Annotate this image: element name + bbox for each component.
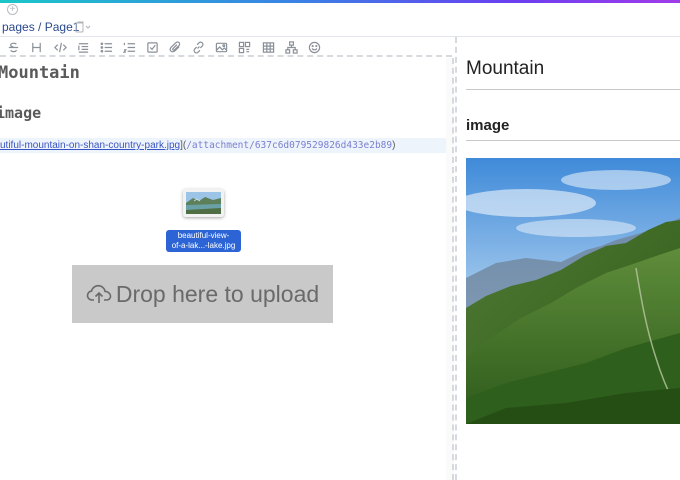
editor-toolbar [0, 37, 452, 57]
breadcrumb: pages / Page1 [2, 20, 79, 34]
image-filename-link[interactable]: utiful-mountain-on-shan-country-park.jpg [0, 140, 180, 151]
strikethrough-icon[interactable] [5, 39, 21, 55]
dragged-file-label-line1: beautiful-view- [177, 231, 230, 240]
heading-icon[interactable] [28, 39, 44, 55]
markdown-link-end: ) [392, 140, 396, 151]
numbered-list-icon[interactable] [121, 39, 137, 55]
upload-dropzone[interactable]: Drop here to upload [72, 265, 333, 323]
link-icon[interactable] [190, 39, 206, 55]
editor-heading-1-text: Mountain [0, 63, 80, 83]
attachment-path[interactable]: /attachment/637c6d079529826d433e2b89 [186, 140, 392, 151]
embed-icon[interactable] [236, 39, 252, 55]
code-icon[interactable] [52, 39, 68, 55]
dragged-file-thumbnail[interactable] [183, 189, 224, 217]
emoji-icon[interactable] [306, 39, 322, 55]
editor-heading-2: image [0, 104, 41, 122]
cloud-upload-icon [86, 284, 112, 303]
mountain-image [466, 158, 680, 424]
preview-heading-1-rule [466, 89, 680, 90]
checklist-icon[interactable] [144, 39, 160, 55]
lake-thumbnail-image [183, 189, 224, 217]
page-header: + pages / Page1 [0, 3, 680, 37]
image-icon[interactable] [213, 39, 229, 55]
editor-scrollbar[interactable] [446, 58, 454, 480]
attachment-icon[interactable] [167, 39, 183, 55]
editor-heading-1: Mountain [0, 63, 80, 83]
copy-path-icon[interactable] [74, 21, 92, 33]
preview-heading-2: image [466, 117, 510, 134]
dragged-file-label: beautiful-view- of-a-lak...-lake.jpg [166, 230, 241, 252]
breadcrumb-pages-link[interactable]: pages [2, 20, 35, 34]
markdown-editor[interactable]: Mountain image utiful-mountain-on-shan-c… [0, 58, 448, 480]
preview-heading-2-rule [466, 140, 680, 141]
table-icon[interactable] [260, 39, 276, 55]
preview-pane: Mountain image [457, 37, 680, 480]
blockquote-icon[interactable] [75, 39, 91, 55]
editor-heading-2-text: image [0, 104, 42, 122]
dropzone-text: Drop here to upload [115, 280, 320, 307]
editor-image-link-line[interactable]: utiful-mountain-on-shan-country-park.jpg… [0, 138, 448, 153]
add-page-icon[interactable]: + [7, 4, 18, 15]
breadcrumb-separator: / [34, 20, 45, 34]
preview-heading-1: Mountain [466, 58, 545, 79]
dragged-file-label-line2: of-a-lak...-lake.jpg [171, 241, 236, 250]
diagram-icon[interactable] [283, 39, 299, 55]
bullet-list-icon[interactable] [98, 39, 114, 55]
